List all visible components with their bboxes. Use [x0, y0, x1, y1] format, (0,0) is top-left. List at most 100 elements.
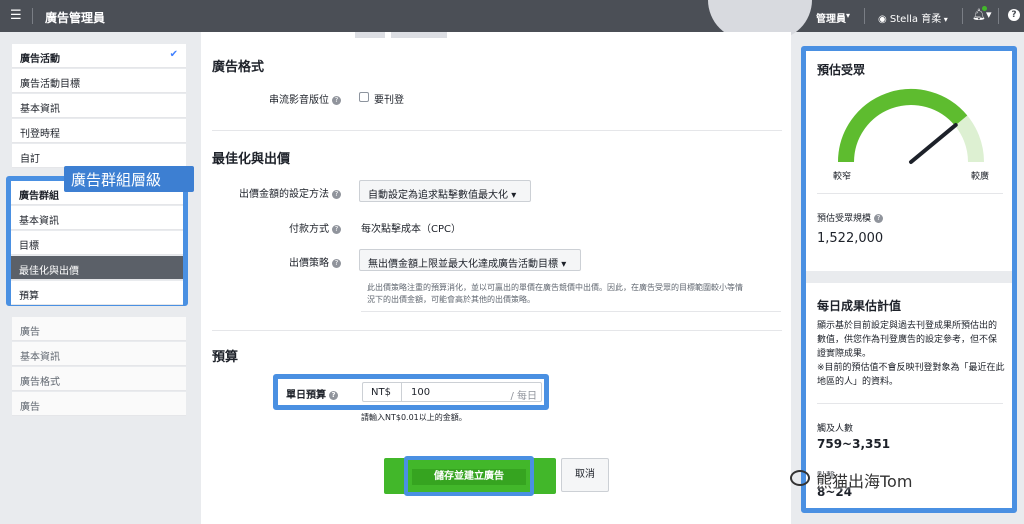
budget-hint: 請輸入NT$0.01以上的金額。 — [361, 413, 467, 422]
hamburger-icon[interactable]: ☰ — [10, 8, 22, 23]
placement-option-label: 要刊登 — [374, 95, 404, 106]
audience-gauge — [838, 89, 984, 164]
nav-adset-basics[interactable]: 基本資訊 — [11, 206, 183, 230]
nav-label: 自訂 — [20, 154, 40, 165]
gauge-narrow-label: 較窄 — [833, 172, 852, 182]
audience-size-label: 預估受眾規模? — [817, 211, 884, 224]
divider — [864, 8, 865, 24]
placement-label: 串流影音版位? — [241, 91, 341, 106]
divider — [32, 8, 33, 24]
notification-dot — [982, 6, 987, 11]
nav-label: 廣告活動 — [20, 54, 60, 65]
user-name: Stella 育柔 — [889, 14, 942, 25]
dropdown-value: 無出價金額上限並最大化達成廣告活動目標 — [368, 259, 558, 270]
nav-adset-optimization[interactable]: 最佳化與出價 — [11, 256, 183, 280]
bid-strategy-label: 出價策略? — [241, 254, 341, 269]
divider — [817, 193, 1003, 194]
nav-adset-targeting[interactable]: 目標 — [11, 231, 183, 255]
info-icon[interactable]: ? — [332, 225, 341, 234]
nav-label: 廣告活動目標 — [20, 79, 80, 90]
budget-amount[interactable]: 100 — [411, 387, 430, 398]
chevron-down-icon: ▾ — [941, 15, 948, 24]
nav-label: 廣告格式 — [20, 377, 60, 388]
nav-label: 廣告群組 — [19, 191, 59, 202]
bid-strategy-dropdown[interactable]: 無出價金額上限並最大化達成廣告活動目標 ▾ — [359, 249, 581, 271]
section-title-budget: 預算 — [212, 350, 239, 365]
daily-results-description: 顯示基於目前設定與過去刊登成果所預估出的數值，供您作為刊登廣告的設定參考，但不保… — [817, 319, 1005, 389]
cancel-button[interactable]: 取消 — [561, 458, 609, 492]
save-and-create-button[interactable]: 儲存並建立廣告 — [384, 456, 556, 496]
help-text: 此出價策略注重的預算消化，並以可贏出的單價在廣告競價中出價。因此，在廣告受眾的目… — [367, 283, 743, 292]
adset-level-callout: 廣告群組層級 — [64, 166, 194, 192]
user-icon: ◉ — [878, 14, 890, 25]
nav-campaign-schedule[interactable]: 刊登時程 — [12, 119, 186, 143]
adset-highlight-frame: 廣告群組 基本資訊 目標 最佳化與出價 預算 — [6, 176, 188, 306]
save-label: 儲存並建立廣告 — [412, 469, 526, 485]
main-panel: 廣告格式 串流影音版位? 要刊登 最佳化與出價 出價金額的設定方法? 自動設定為… — [201, 32, 791, 524]
toolbar-button-stub[interactable] — [355, 32, 385, 38]
label-text: 付款方式 — [289, 224, 329, 235]
help-icon[interactable]: ? — [1008, 9, 1020, 21]
right-panel: 預估受眾 較窄 較廣 預估受眾規模? 1,522,000 每日成果估計值 顯示基… — [801, 46, 1017, 513]
info-icon[interactable]: ? — [332, 190, 341, 199]
nav-label: 目標 — [19, 241, 39, 252]
user-menu[interactable]: ◉ Stella 育柔 ▾ — [878, 10, 948, 25]
wechat-icon — [790, 470, 810, 486]
nav-ad-basics[interactable]: 基本資訊 — [12, 342, 186, 366]
placement-checkbox[interactable] — [359, 92, 369, 102]
help-text: 況下的出價金額，可能會高於其他的出價策略。 — [367, 295, 535, 304]
bid-strategy-help: 此出價策略注重的預算消化，並以可贏出的單價在廣告競價中出價。因此，在廣告受眾的目… — [361, 282, 781, 312]
nav-campaign-objective[interactable]: 廣告活動目標 — [12, 69, 186, 93]
top-bar: ☰ 廣告管理員 管理員 ▾ ◉ Stella 育柔 ▾ 🔔︎▾ ? — [0, 0, 1024, 40]
nav-adset-budget[interactable]: 預算 — [11, 281, 183, 305]
daily-results-title: 每日成果估計值 — [817, 299, 902, 313]
audience-title: 預估受眾 — [817, 63, 866, 77]
payment-value: 每次點擊成本（CPC） — [361, 224, 461, 235]
budget-highlight-frame: 單日預算? NT$ 100 / 每日 — [273, 374, 549, 410]
caret-down-icon: ▾ — [511, 190, 517, 201]
nav-label: 廣告 — [20, 327, 40, 338]
gauge-fill — [838, 89, 968, 163]
panel-gap — [806, 271, 1012, 283]
desc-text: ※目前的預估值不會反映刊登對象為「最近在此地區的人」的資料。 — [817, 363, 1005, 387]
nav-ad[interactable]: 廣告 — [12, 317, 186, 341]
chevron-down-icon[interactable]: ▾ — [846, 11, 850, 20]
label-text: 出價金額的設定方法 — [239, 189, 329, 200]
label-text: 預估受眾規模 — [817, 214, 872, 224]
info-icon[interactable]: ? — [332, 259, 341, 268]
info-icon[interactable]: ? — [874, 214, 884, 223]
divider — [401, 383, 402, 401]
desc-text: 顯示基於目前設定與過去刊登成果所預估出的數值，供您作為刊登廣告的設定參考，但不保… — [817, 321, 998, 359]
checkmark-icon: ✔ — [169, 49, 178, 60]
nav-campaign-custom[interactable]: 自訂 — [12, 144, 186, 168]
nav-label: 預算 — [19, 291, 39, 302]
watermark-text: 熊猫出海Tom — [816, 472, 913, 491]
daily-budget-label: 單日預算? — [286, 386, 338, 401]
divider — [962, 8, 963, 24]
reach-label: 觸及人數 — [817, 424, 854, 434]
per-day-suffix: / 每日 — [510, 391, 537, 402]
divider — [998, 8, 999, 24]
nav-label: 廣告 — [20, 402, 40, 413]
divider — [212, 130, 782, 131]
label-text: 串流影音版位 — [269, 95, 329, 106]
nav-campaign-basics[interactable]: 基本資訊 — [12, 94, 186, 118]
bid-method-dropdown[interactable]: 自動設定為追求點擊數值最大化 ▾ — [359, 180, 531, 202]
bid-method-label: 出價金額的設定方法? — [221, 185, 341, 200]
save-highlight-frame: 儲存並建立廣告 — [404, 456, 534, 496]
section-title-format: 廣告格式 — [212, 60, 265, 75]
daily-budget-input[interactable]: NT$ 100 / 每日 — [362, 382, 542, 402]
reach-value: 759~3,351 — [817, 437, 891, 451]
info-icon[interactable]: ? — [329, 391, 338, 400]
payment-label: 付款方式? — [241, 220, 341, 235]
role-selector[interactable]: 管理員 — [816, 10, 846, 25]
nav-campaign[interactable]: 廣告活動 ✔ — [12, 44, 186, 68]
nav-label: 刊登時程 — [20, 129, 60, 140]
nav-ad-format[interactable]: 廣告格式 — [12, 367, 186, 391]
info-icon[interactable]: ? — [332, 96, 341, 105]
currency-label: NT$ — [371, 387, 391, 398]
toolbar-button-stub[interactable] — [391, 32, 447, 38]
divider — [817, 403, 1003, 404]
nav-ad-creative[interactable]: 廣告 — [12, 392, 186, 416]
gauge-needle — [909, 123, 958, 164]
